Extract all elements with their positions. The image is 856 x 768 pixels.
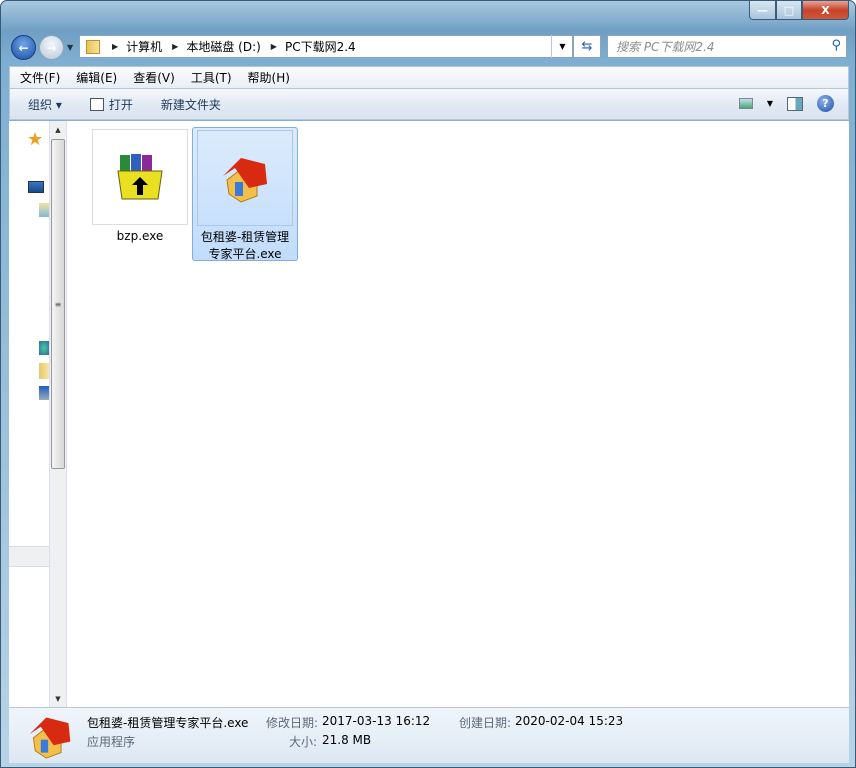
file-list: bzp.exe 包租婆-租赁管理专家平台.exe: [67, 121, 849, 707]
explorer-window: — □ X ← → ▼ ▶ 计算机 ▶ 本地磁盘 (D:) ▶ PC下载网2.4…: [0, 0, 856, 768]
file-name: 包租婆-租赁管理专家平台.exe: [200, 230, 290, 261]
open-icon: [89, 97, 104, 111]
detail-type: 应用程序: [87, 735, 136, 749]
chevron-right-icon[interactable]: ▶: [112, 42, 118, 51]
address-bar[interactable]: ▶ 计算机 ▶ 本地磁盘 (D:) ▶ PC下载网2.4: [79, 35, 573, 58]
menu-bar: 文件(F) 编辑(E) 查看(V) 工具(T) 帮助(H): [9, 66, 849, 88]
scroll-down-arrow[interactable]: ▼: [50, 690, 66, 707]
caption-buttons: — □ X: [749, 1, 849, 20]
refresh-button[interactable]: ⇆: [573, 35, 601, 58]
file-name: bzp.exe: [116, 229, 164, 243]
view-options-dropdown[interactable]: ▼: [767, 99, 773, 108]
breadcrumb-folder[interactable]: PC下载网2.4: [285, 38, 356, 55]
back-button[interactable]: ←: [11, 35, 36, 60]
scroll-up-arrow[interactable]: ▲: [50, 121, 66, 138]
organize-button[interactable]: 组织 ▾: [28, 96, 62, 113]
scroll-thumb[interactable]: ≡: [51, 139, 65, 469]
new-folder-button[interactable]: 新建文件夹: [161, 96, 221, 113]
computer-icon[interactable]: [39, 386, 49, 400]
search-icon[interactable]: ⚲: [831, 38, 841, 53]
detail-modified: 2017-03-13 16:12: [322, 714, 431, 728]
libraries-icon[interactable]: [39, 203, 49, 217]
open-label: 打开: [108, 97, 133, 112]
change-view-icon[interactable]: [738, 98, 753, 109]
forward-button[interactable]: →: [39, 35, 64, 60]
detail-modified-label: 修改日期:: [266, 716, 319, 730]
house-app-icon: [29, 717, 71, 759]
file-item-bzp[interactable]: bzp.exe: [87, 129, 193, 245]
details-pane: 包租婆-租赁管理专家平台.exe 应用程序 修改日期: 2017-03-13 1…: [9, 707, 849, 763]
recent-pages-dropdown[interactable]: ▼: [67, 43, 73, 52]
breadcrumb-drive[interactable]: 本地磁盘 (D:): [186, 38, 260, 55]
minimize-button[interactable]: —: [749, 1, 776, 20]
menu-edit[interactable]: 编辑(E): [76, 69, 117, 86]
folder-icon: [86, 39, 100, 54]
new-folder-label: 新建文件夹: [160, 97, 221, 112]
file-item-baozupo[interactable]: 包租婆-租赁管理专家平台.exe: [192, 127, 298, 261]
command-bar: 组织 ▾ 打开 新建文件夹 ▼ ?: [9, 88, 849, 120]
open-button[interactable]: 打开: [89, 96, 133, 113]
address-dropdown[interactable]: ▼: [551, 35, 573, 58]
menu-view[interactable]: 查看(V): [133, 69, 175, 86]
folder-icon[interactable]: [39, 363, 49, 379]
detail-created: 2020-02-04 15:23: [515, 714, 624, 728]
detail-size-label: 大小:: [289, 735, 318, 749]
chevron-right-icon[interactable]: ▶: [271, 42, 277, 51]
close-button[interactable]: X: [802, 1, 849, 20]
search-placeholder: 搜索 PC下载网2.4: [616, 40, 715, 54]
chevron-right-icon[interactable]: ▶: [172, 42, 178, 51]
nav-pane-horizontal-scrollbar[interactable]: [9, 546, 49, 567]
homegroup-icon[interactable]: [39, 341, 49, 355]
detail-created-label: 创建日期:: [459, 716, 512, 730]
detail-size: 21.8 MB: [322, 733, 372, 747]
arrow-left-icon: ←: [18, 40, 29, 55]
favorites-star-icon[interactable]: ★: [27, 129, 43, 150]
winrar-sfx-icon: [92, 129, 188, 225]
menu-help[interactable]: 帮助(H): [248, 69, 290, 86]
desktop-icon[interactable]: [28, 181, 44, 193]
maximize-button[interactable]: □: [776, 1, 802, 20]
house-app-icon: [197, 130, 293, 226]
search-input[interactable]: 搜索 PC下载网2.4 ⚲: [607, 35, 847, 58]
help-icon[interactable]: ?: [817, 95, 834, 112]
breadcrumb-computer[interactable]: 计算机: [126, 38, 162, 55]
arrow-right-icon: →: [46, 40, 57, 55]
detail-filename: 包租婆-租赁管理专家平台.exe: [87, 716, 249, 730]
preview-pane-icon[interactable]: [787, 96, 803, 111]
nav-pane-scrollbar[interactable]: ▲ ≡ ▼: [49, 121, 67, 707]
navigation-pane: ★: [9, 121, 49, 707]
organize-label: 组织 ▾: [28, 97, 62, 112]
menu-file[interactable]: 文件(F): [20, 69, 60, 86]
menu-tools[interactable]: 工具(T): [191, 69, 232, 86]
refresh-icon: ⇆: [581, 39, 593, 54]
